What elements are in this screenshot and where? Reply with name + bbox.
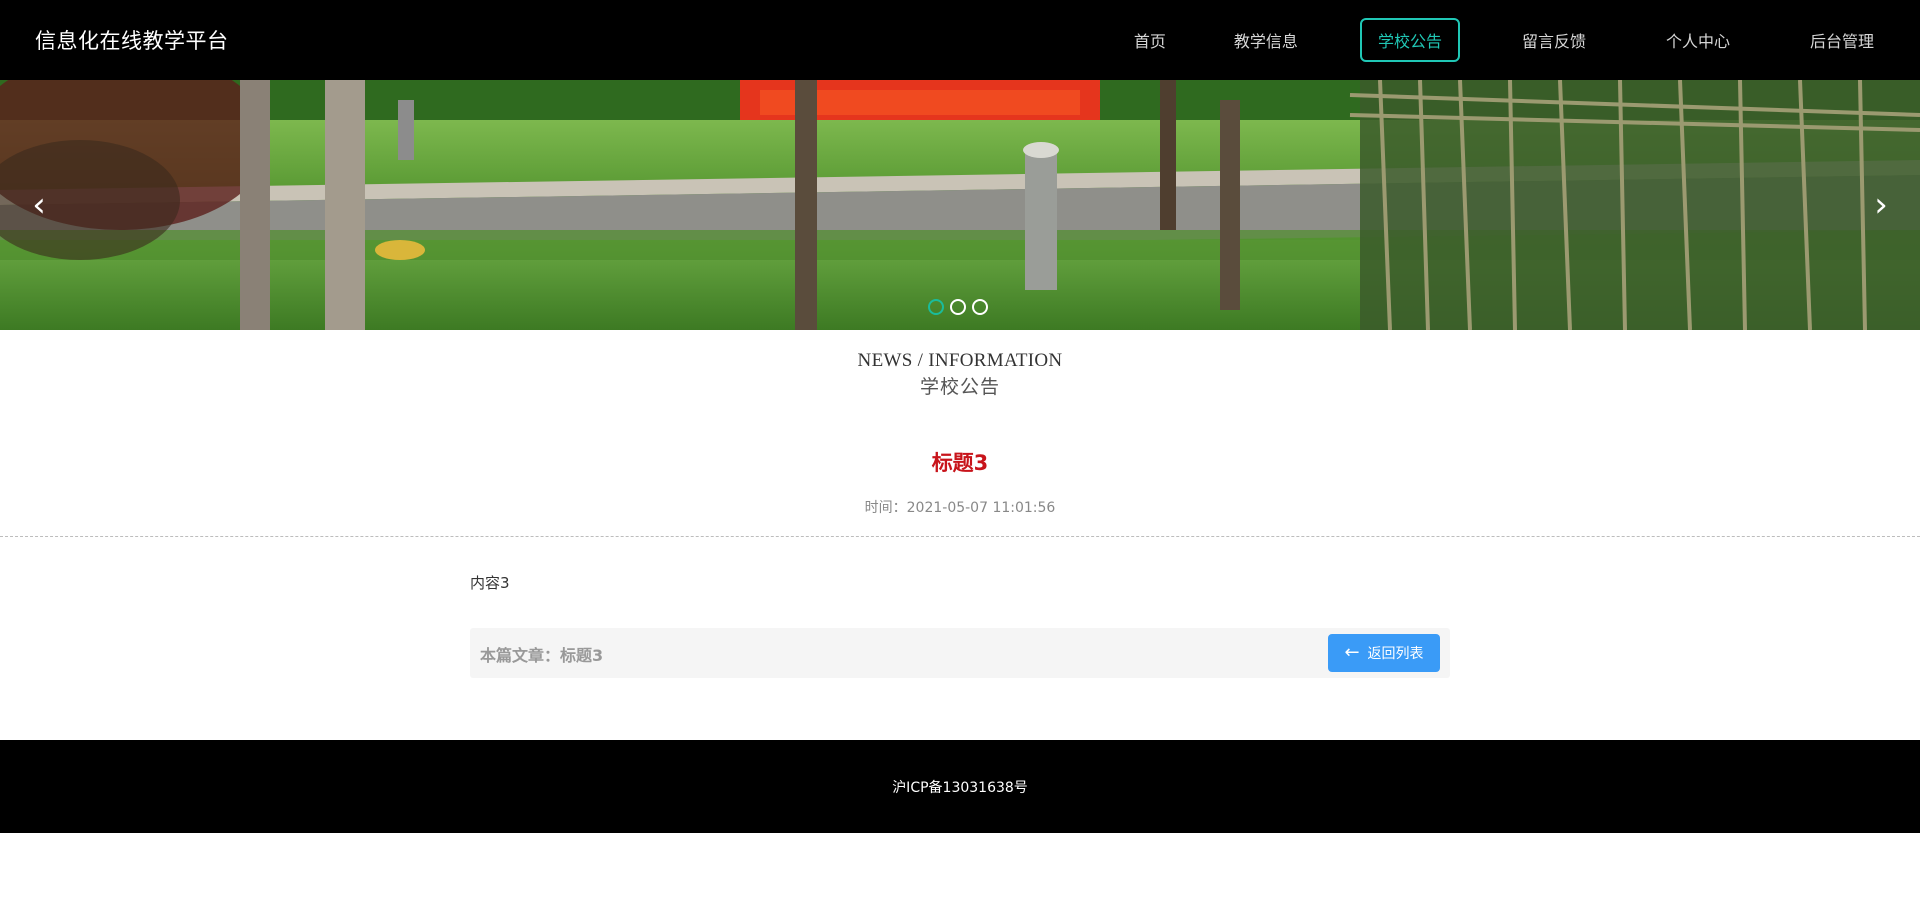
nav-item-home[interactable]: 首页	[1116, 18, 1184, 62]
article-title: 标题3	[931, 451, 989, 475]
article-content: 内容3	[470, 574, 510, 592]
banner-carousel[interactable]: ‹ ›	[0, 80, 1920, 330]
carousel-dot-1[interactable]	[928, 299, 944, 315]
nav-item-admin[interactable]: 后台管理	[1792, 18, 1892, 62]
nav-item-feedback[interactable]: 留言反馈	[1504, 18, 1604, 62]
site-footer: 沪ICP备13031638号	[0, 740, 1920, 833]
site-header: 信息化在线教学平台 首页 教学信息 学校公告 留言反馈 个人中心 后台管理	[0, 0, 1920, 80]
carousel-dot-3[interactable]	[972, 299, 988, 315]
main-nav: 首页 教学信息 学校公告 留言反馈 个人中心 后台管理	[1116, 0, 1920, 80]
banner-image	[0, 80, 1920, 330]
icp-record[interactable]: 沪ICP备13031638号	[0, 777, 1920, 797]
divider	[0, 536, 1920, 537]
chevron-left-icon[interactable]: ‹	[24, 188, 54, 222]
this-article-label: 本篇文章：标题3	[480, 646, 604, 665]
section-title-cn: 学校公告	[919, 376, 1000, 398]
carousel-dot-2[interactable]	[950, 299, 966, 315]
article-time: 时间：2021-05-07 11:01:56	[864, 500, 1056, 516]
chevron-right-icon[interactable]: ›	[1866, 188, 1896, 222]
back-to-list-button[interactable]: ← 返回列表	[1328, 634, 1440, 672]
nav-item-school-notice[interactable]: 学校公告	[1359, 18, 1460, 62]
nav-item-teaching-info[interactable]: 教学信息	[1216, 18, 1316, 62]
carousel-indicators	[928, 299, 988, 315]
back-to-list-label: 返回列表	[1367, 646, 1424, 662]
section-title-en: NEWS / INFORMATION	[857, 350, 1063, 371]
nav-item-personal-center[interactable]: 个人中心	[1648, 18, 1748, 62]
article-nav-bar: 本篇文章：标题3 ← 返回列表	[470, 628, 1450, 678]
site-brand[interactable]: 信息化在线教学平台	[35, 25, 229, 55]
arrow-left-icon: ←	[1344, 642, 1360, 663]
